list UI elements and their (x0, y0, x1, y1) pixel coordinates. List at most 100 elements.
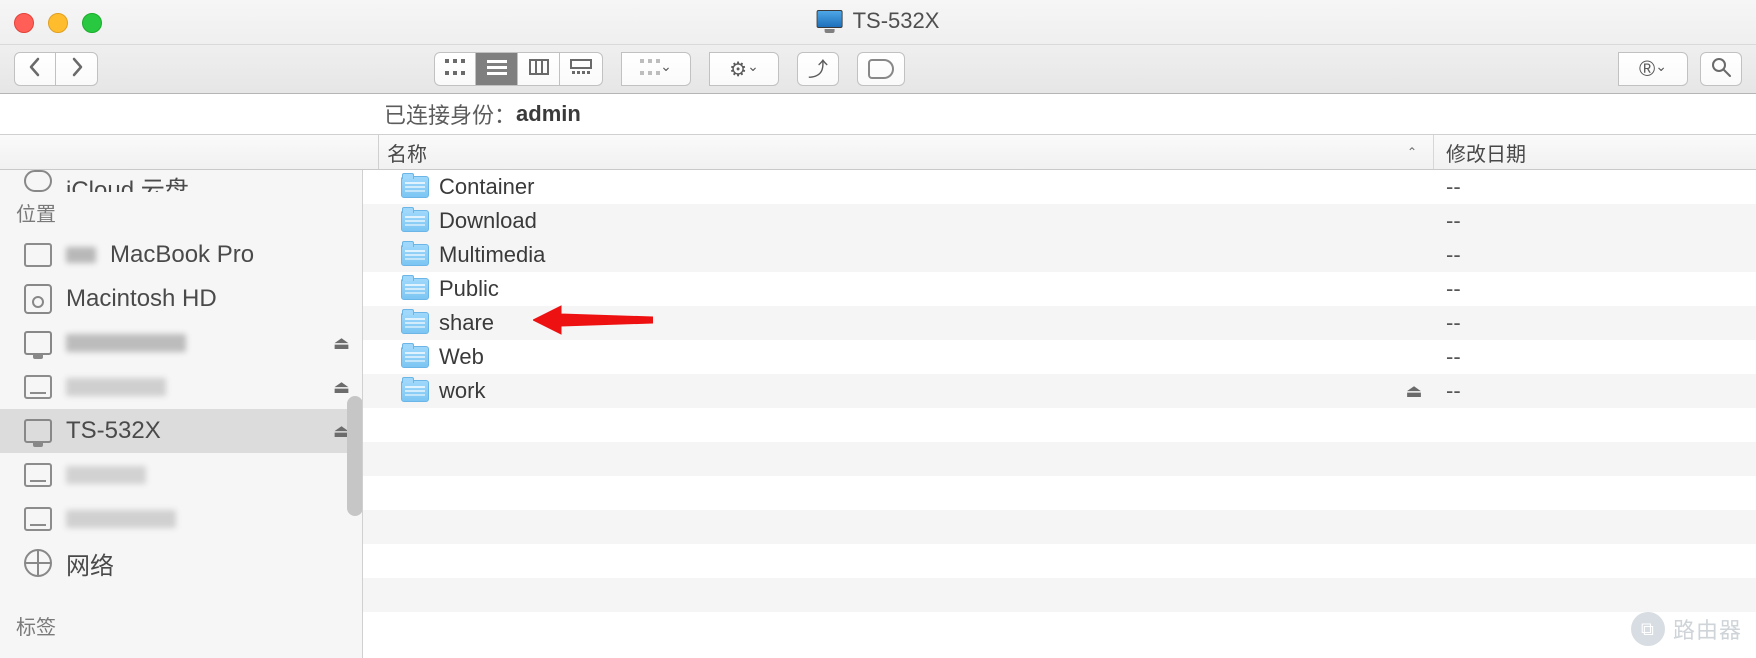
drive-icon (24, 375, 52, 399)
sidebar-item-label: TS-532X (66, 417, 161, 445)
sidebar-item-network[interactable]: 网络 (0, 541, 362, 585)
window-controls (14, 13, 102, 33)
file-date: -- (1434, 276, 1756, 302)
maximize-icon[interactable] (82, 13, 102, 33)
file-name: Public (439, 276, 499, 302)
list-item[interactable]: Web -- (363, 340, 1756, 374)
laptop-icon (24, 243, 52, 267)
status-prefix: 已连接身份： (384, 98, 516, 130)
search-icon (1711, 57, 1731, 82)
chevron-left-icon (27, 57, 43, 82)
action-button-group (709, 52, 779, 86)
action-button[interactable] (709, 52, 779, 86)
sidebar-item-macintosh-hd[interactable]: Macintosh HD (0, 277, 362, 321)
arrange-button[interactable] (621, 52, 691, 86)
file-date: -- (1434, 174, 1756, 200)
sidebar-item-macbook[interactable]: MacBook Pro (0, 233, 362, 277)
view-mode-buttons (434, 52, 603, 86)
sidebar-item-drive-3[interactable] (0, 497, 362, 541)
sidebar-item-label: iCloud 云盘 (66, 170, 189, 192)
folder-icon (401, 346, 429, 368)
file-name: Web (439, 344, 484, 370)
column-headers: 名称 ⌃ 修改日期 (0, 135, 1756, 170)
list-item[interactable]: Container -- (363, 170, 1756, 204)
file-name: Container (439, 174, 534, 200)
list-item[interactable]: Download -- (363, 204, 1756, 238)
column-date[interactable]: 修改日期 (1434, 135, 1756, 169)
list-item[interactable]: Public -- (363, 272, 1756, 306)
folder-icon (401, 278, 429, 300)
share-button[interactable] (797, 52, 839, 86)
chevron-right-icon (69, 57, 85, 82)
folder-icon (401, 312, 429, 334)
view-gallery-button[interactable] (560, 52, 603, 86)
sidebar-item-drive-2[interactable] (0, 453, 362, 497)
eject-icon[interactable]: ⏏ (333, 377, 350, 398)
view-list-button[interactable] (476, 52, 518, 86)
back-button[interactable] (14, 52, 56, 86)
folder-icon (401, 210, 429, 232)
tags-button[interactable] (857, 52, 905, 86)
globe-icon (24, 549, 52, 577)
view-icons-button[interactable] (434, 52, 476, 86)
drive-icon (24, 463, 52, 487)
sidebar-heading-tags: 标签 (0, 605, 362, 646)
share-icon (808, 55, 828, 84)
server-icon (817, 10, 843, 32)
minimize-icon[interactable] (48, 13, 68, 33)
window-title-text: TS-532X (853, 8, 940, 34)
list-item[interactable]: Multimedia -- (363, 238, 1756, 272)
nav-buttons (14, 52, 98, 86)
tag-icon (868, 59, 894, 79)
sidebar-scrollbar[interactable] (347, 396, 363, 516)
sidebar-item-ts532x[interactable]: TS-532X ⏏ (0, 409, 362, 453)
list-item[interactable]: work ⏏ -- (363, 374, 1756, 408)
folder-icon (401, 244, 429, 266)
sidebar-item-drive-1[interactable]: ⏏ (0, 365, 362, 409)
file-date: -- (1434, 208, 1756, 234)
monitor-icon (24, 331, 52, 355)
arrange-icon (640, 59, 660, 80)
dropdown-button[interactable] (1618, 52, 1688, 86)
cloud-icon (24, 170, 52, 192)
folder-icon (401, 380, 429, 402)
sidebar-item-server-1[interactable]: ⏏ (0, 321, 362, 365)
title-bar: TS-532X (0, 0, 1756, 45)
sidebar-heading-locations: 位置 (0, 192, 362, 233)
column-name[interactable]: 名称 ⌃ (379, 135, 1434, 169)
toolbar (0, 45, 1756, 94)
eject-icon[interactable]: ⏏ (333, 333, 350, 354)
file-date: -- (1434, 344, 1756, 370)
folder-icon (401, 176, 429, 198)
list-icon (487, 59, 507, 80)
monitor-icon (24, 419, 52, 443)
connection-status: 已连接身份： admin (0, 94, 1756, 135)
arrange-button-group (621, 52, 691, 86)
forward-button[interactable] (56, 52, 98, 86)
columns-icon (529, 59, 549, 80)
sidebar-item-icloud[interactable]: iCloud 云盘 (0, 170, 362, 192)
sidebar: iCloud 云盘 位置 MacBook Pro Macintosh HD ⏏ … (0, 170, 363, 658)
file-name: share (439, 310, 494, 336)
sidebar-item-label: MacBook Pro (110, 241, 254, 269)
close-icon[interactable] (14, 13, 34, 33)
file-date: -- (1434, 242, 1756, 268)
file-name: work (439, 378, 485, 404)
sidebar-item-label: Macintosh HD (66, 285, 217, 313)
grid-icon (445, 59, 465, 80)
eject-icon[interactable]: ⏏ (1394, 381, 1434, 402)
file-list: Container -- Download -- Multimedia -- P… (363, 170, 1756, 658)
sort-caret-icon: ⌃ (1407, 145, 1417, 159)
sidebar-item-label: 网络 (66, 546, 114, 581)
file-name: Download (439, 208, 537, 234)
view-columns-button[interactable] (518, 52, 560, 86)
file-name: Multimedia (439, 242, 545, 268)
file-date: -- (1434, 310, 1756, 336)
list-item[interactable]: share -- (363, 306, 1756, 340)
file-date: -- (1434, 378, 1756, 404)
status-user: admin (516, 101, 581, 127)
search-button[interactable] (1700, 52, 1742, 86)
drive-icon (24, 507, 52, 531)
window-title: TS-532X (817, 8, 940, 34)
gallery-icon (570, 59, 592, 80)
